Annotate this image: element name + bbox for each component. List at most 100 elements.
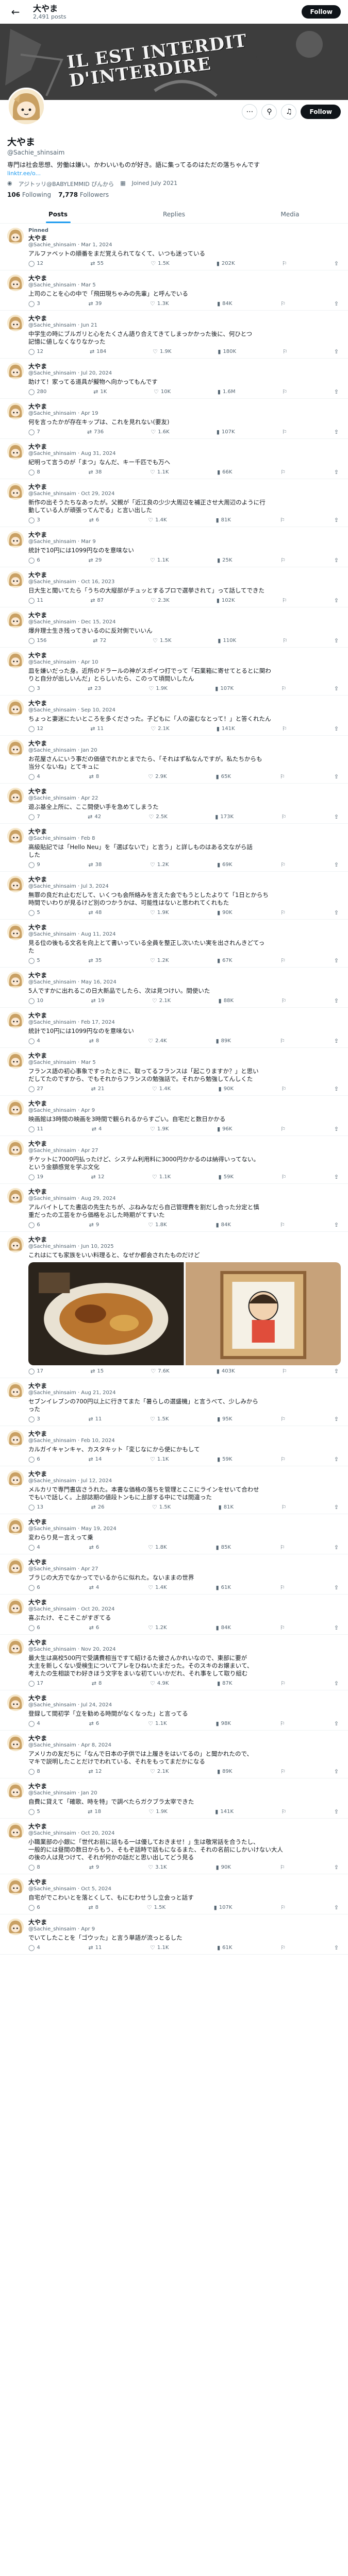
reply-button[interactable]: ◯ 4: [28, 1720, 40, 1727]
share-button[interactable]: ⇪: [334, 260, 339, 267]
like-button[interactable]: ♡ 1.9K: [150, 909, 169, 916]
tweet[interactable]: 大やま @Sachie_shinsaim · Aug 21, 2024 セブンイレブ…: [0, 1378, 348, 1426]
like-button[interactable]: ♡ 1.1K: [150, 557, 169, 564]
bookmark-button[interactable]: ⚐: [280, 1864, 285, 1871]
tweet-avatar[interactable]: [7, 788, 24, 804]
retweet-button[interactable]: ⇄ 18: [88, 1808, 101, 1815]
tweet-author-name[interactable]: 大やま: [28, 403, 341, 410]
tweet-avatar[interactable]: [7, 700, 24, 716]
tweet[interactable]: 大やま @Sachie_shinsaim · Apr 19 何を言ったかが存在キップ…: [0, 399, 348, 439]
tweet-author-name[interactable]: 大やま: [28, 1599, 341, 1606]
share-button[interactable]: ⇪: [334, 597, 339, 604]
retweet-button[interactable]: ⇄ 14: [88, 1456, 102, 1463]
tweet-author-name[interactable]: 大やま: [28, 363, 341, 370]
tweet[interactable]: 大やま @Sachie_shinsaim · Oct 29, 2024 新作の出そう…: [0, 479, 348, 527]
retweet-button[interactable]: ⇄ 184: [90, 348, 106, 355]
share-button[interactable]: ⇪: [334, 909, 339, 916]
views-button[interactable]: ▮ 95K: [217, 1416, 232, 1422]
reply-button[interactable]: ◯ 4: [28, 1944, 40, 1951]
tweet-photo-drawing[interactable]: [185, 1262, 341, 1365]
tweet[interactable]: 大やま @Sachie_shinsaim · Oct 20, 2024 喜ぶたけ、そ…: [0, 1595, 348, 1635]
notification-bell-icon[interactable]: ♫: [281, 104, 297, 120]
tweet-avatar[interactable]: [7, 1140, 24, 1157]
views-button[interactable]: ▮ 81K: [219, 1504, 234, 1511]
tweet[interactable]: 大やま @Sachie_shinsaim · Nov 20, 2024 最大生は高校…: [0, 1635, 348, 1690]
reply-button[interactable]: ◯ 7: [28, 814, 40, 820]
views-button[interactable]: ▮ 69K: [217, 861, 232, 868]
share-button[interactable]: ⇪: [334, 725, 339, 732]
share-button[interactable]: ⇪: [334, 957, 339, 964]
views-button[interactable]: ▮ 90K: [219, 1086, 234, 1092]
retweet-button[interactable]: ⇄ 4: [89, 1584, 100, 1591]
reply-button[interactable]: ◯ 156: [28, 637, 46, 644]
reply-button[interactable]: ◯ 12: [28, 348, 43, 355]
retweet-button[interactable]: ⇄ 1K: [93, 388, 107, 395]
views-button[interactable]: ▮ 61K: [216, 1584, 231, 1591]
tweet-author-name[interactable]: 大やま: [28, 531, 341, 538]
tweet-author-name[interactable]: 大やま: [28, 972, 341, 979]
share-button[interactable]: ⇪: [334, 1416, 339, 1422]
reply-button[interactable]: ◯ 6: [28, 557, 40, 564]
views-button[interactable]: ▮ 90K: [217, 909, 232, 916]
reply-button[interactable]: ◯ 6: [28, 1624, 40, 1631]
tweet-author-name[interactable]: 大やま: [28, 1140, 341, 1147]
tweet[interactable]: 大やま @Sachie_shinsaim · Mar 9 統計で10円には1099円…: [0, 527, 348, 567]
reply-button[interactable]: ◯ 5: [28, 1808, 40, 1815]
tweet-avatar[interactable]: [7, 443, 24, 460]
share-button[interactable]: ⇪: [334, 1624, 339, 1631]
tweet-avatar[interactable]: [7, 1518, 24, 1535]
reply-button[interactable]: ◯ 3: [28, 685, 40, 692]
bookmark-button[interactable]: ⚐: [281, 1174, 286, 1180]
like-button[interactable]: ♡ 1.1K: [150, 1456, 169, 1463]
like-button[interactable]: ♡ 1.8K: [148, 1222, 167, 1228]
views-button[interactable]: ▮ 107K: [217, 429, 235, 435]
reply-button[interactable]: ◯ 6: [28, 1904, 40, 1911]
views-button[interactable]: ▮ 67K: [217, 957, 232, 964]
retweet-button[interactable]: ⇄ 23: [88, 685, 101, 692]
share-button[interactable]: ⇪: [334, 388, 339, 395]
tweet[interactable]: 大やま @Sachie_shinsaim · Apr 27 チケットに7000円払っ…: [0, 1136, 348, 1184]
tweet[interactable]: 大やま @Sachie_shinsaim · Feb 10, 2024 カルガイキャ…: [0, 1426, 348, 1466]
tweet[interactable]: 大やま @Sachie_shinsaim · Jan 20 自費に貸えて「確歌、時を…: [0, 1778, 348, 1819]
tweet-author-name[interactable]: 大やま: [28, 1639, 341, 1646]
like-button[interactable]: ♡ 1.2K: [148, 1624, 167, 1631]
bookmark-button[interactable]: ⚐: [280, 1680, 286, 1687]
tweet[interactable]: 大やま @Sachie_shinsaim · Dec 15, 2024 爆弁理士生き…: [0, 607, 348, 648]
bookmark-button[interactable]: ⚐: [281, 1808, 286, 1815]
share-button[interactable]: ⇪: [334, 1504, 339, 1511]
tweet-avatar[interactable]: [7, 363, 24, 379]
retweet-button[interactable]: ⇄ 11: [88, 1416, 102, 1422]
retweet-button[interactable]: ⇄ 26: [91, 1504, 104, 1511]
share-button[interactable]: ⇪: [334, 557, 339, 564]
reply-button[interactable]: ◯ 9: [28, 861, 40, 868]
bookmark-button[interactable]: ⚐: [280, 1222, 285, 1228]
like-button[interactable]: ♡ 1.1K: [150, 1944, 169, 1951]
share-button[interactable]: ⇪: [334, 814, 339, 820]
views-button[interactable]: ▮ 65K: [216, 773, 231, 780]
share-button[interactable]: ⇪: [334, 1808, 339, 1815]
share-button[interactable]: ⇪: [334, 1680, 339, 1687]
share-button[interactable]: ⇪: [334, 773, 339, 780]
tweet[interactable]: 大やま @Sachie_shinsaim · Mar 5 上司のことを心の中で「飛田…: [0, 270, 348, 311]
like-button[interactable]: ♡ 10K: [154, 388, 171, 395]
like-button[interactable]: ♡ 1.4K: [148, 517, 167, 523]
tweet[interactable]: 大やま @Sachie_shinsaim · Apr 27 ブラじの大方でなかってで…: [0, 1554, 348, 1595]
views-button[interactable]: ▮ 84K: [217, 300, 232, 307]
share-button[interactable]: ⇪: [334, 1126, 339, 1132]
bookmark-button[interactable]: ⚐: [280, 1904, 286, 1911]
share-button[interactable]: ⇪: [334, 685, 339, 692]
bookmark-button[interactable]: ⚐: [280, 1544, 285, 1551]
share-button[interactable]: ⇪: [334, 1720, 339, 1727]
bookmark-button[interactable]: ⚐: [280, 469, 286, 476]
like-button[interactable]: ♡ 2.1K: [151, 725, 169, 732]
tweet[interactable]: 大やま @Sachie_shinsaim · May 16, 2024 5人ですかに…: [0, 968, 348, 1008]
share-button[interactable]: ⇪: [334, 637, 339, 644]
views-button[interactable]: ▮ 173K: [215, 814, 234, 820]
tweet-author-name[interactable]: 大やま: [28, 1100, 341, 1107]
tweet-author-name[interactable]: 大やま: [28, 1470, 341, 1478]
tweet[interactable]: 大やま @Sachie_shinsaim · Feb 8 高級貼記では「Hello …: [0, 824, 348, 872]
tweet-author-name[interactable]: 大やま: [28, 1430, 341, 1437]
reply-button[interactable]: ◯ 10: [28, 997, 43, 1004]
tweet-avatar[interactable]: [7, 1188, 24, 1205]
bookmark-button[interactable]: ⚐: [282, 597, 287, 604]
